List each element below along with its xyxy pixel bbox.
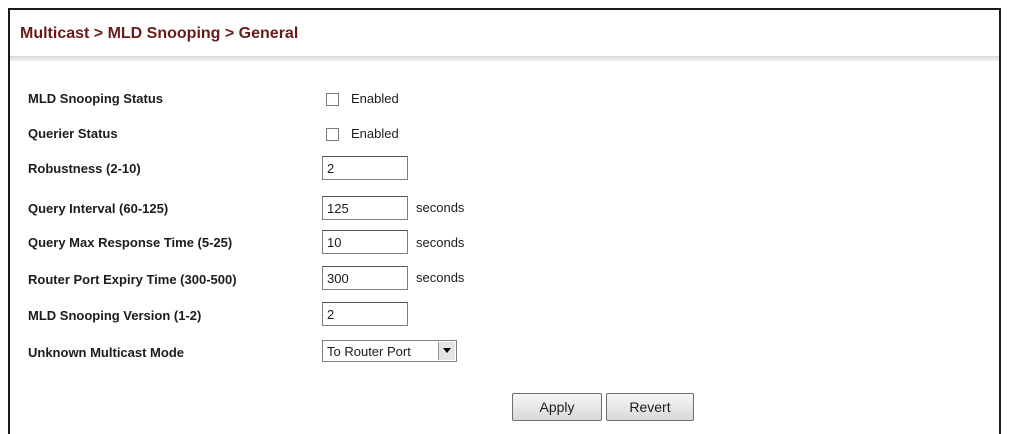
- mld-snooping-version-label: MLD Snooping Version (1-2): [28, 308, 202, 323]
- mld-snooping-version-input[interactable]: 2: [322, 302, 408, 326]
- mld-snooping-status-label: MLD Snooping Status: [28, 91, 164, 106]
- querier-status-checkbox[interactable]: [326, 128, 339, 141]
- unknown-multicast-mode-selected: To Router Port: [327, 344, 411, 359]
- query-interval-input[interactable]: 125: [322, 196, 408, 220]
- unknown-multicast-mode-label: Unknown Multicast Mode: [28, 345, 184, 360]
- mld-snooping-status-checkbox[interactable]: [326, 93, 339, 106]
- apply-button[interactable]: Apply: [512, 393, 602, 421]
- mld-snooping-status-enabled-label: Enabled: [351, 91, 399, 106]
- query-max-response-time-input[interactable]: 10: [322, 230, 408, 254]
- unknown-multicast-mode-select[interactable]: To Router Port: [322, 340, 457, 362]
- querier-status-label: Querier Status: [28, 126, 118, 141]
- content-frame: [8, 8, 1001, 434]
- revert-button[interactable]: Revert: [606, 393, 694, 421]
- query-max-response-time-unit: seconds: [416, 235, 465, 250]
- querier-status-enabled-label: Enabled: [351, 126, 399, 141]
- router-port-expiry-time-unit: seconds: [416, 270, 465, 285]
- query-interval-unit: seconds: [416, 200, 465, 215]
- query-max-response-time-label: Query Max Response Time (5-25): [28, 235, 233, 250]
- query-interval-label: Query Interval (60-125): [28, 201, 169, 216]
- robustness-input[interactable]: 2: [322, 156, 408, 180]
- title-divider: [10, 56, 999, 61]
- router-port-expiry-time-input[interactable]: 300: [322, 266, 408, 290]
- chevron-down-icon[interactable]: [438, 342, 455, 360]
- page-title: Multicast > MLD Snooping > General: [20, 25, 299, 42]
- robustness-label: Robustness (2-10): [28, 161, 141, 176]
- router-port-expiry-time-label: Router Port Expiry Time (300-500): [28, 272, 237, 287]
